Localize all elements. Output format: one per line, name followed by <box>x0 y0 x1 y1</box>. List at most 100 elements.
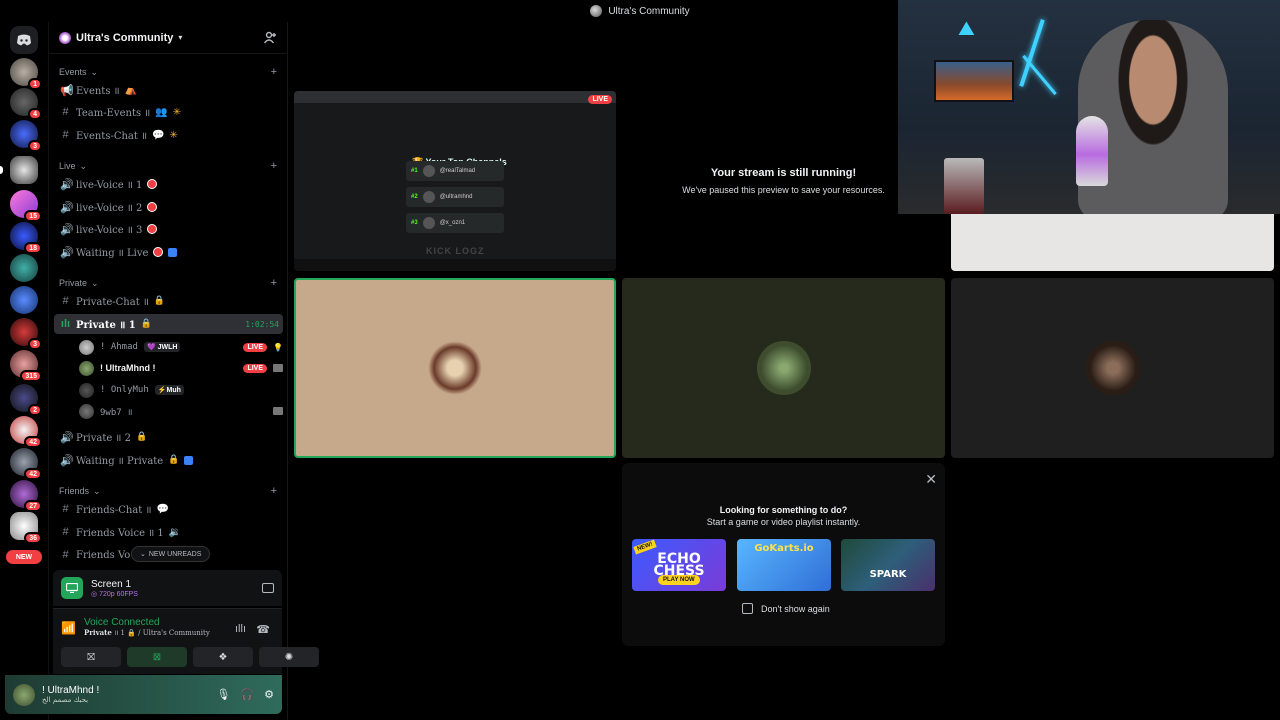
camera-button[interactable]: ⛝ <box>61 647 121 667</box>
voice-user[interactable]: 9wb7 ॥ <box>79 401 283 421</box>
discord-app: Ultra's Community 1 4 3 15 18 3 315 2 42… <box>0 0 1280 720</box>
server-icon-5[interactable]: 15 <box>10 190 42 222</box>
voice-status[interactable]: Voice Connected <box>84 617 210 628</box>
participant-tile-speaking[interactable] <box>294 278 616 458</box>
user-tag: 💜 JWLH <box>143 342 181 352</box>
signal-icon[interactable]: 📶 <box>61 621 76 635</box>
channel-label: Events ॥ <box>76 86 120 97</box>
participant-tile[interactable] <box>951 278 1274 458</box>
microphone-icon[interactable]: 🎙 <box>216 688 230 701</box>
server-icon-6[interactable]: 18 <box>10 222 42 254</box>
voice-user-self[interactable]: ! UltraMhnd ! LIVE <box>79 358 283 378</box>
tent-emoji-icon: ⛺ <box>124 84 138 96</box>
play-now-button[interactable]: PLAY NOW <box>658 575 700 585</box>
server-icon-13[interactable]: 42 <box>10 448 42 480</box>
voice-user-name: ! Ahmad <box>100 342 138 352</box>
channel-events[interactable]: 📢 Events ॥ ⛺ <box>54 80 283 100</box>
server-icon-2[interactable]: 4 <box>10 88 42 120</box>
stream-preview-icon <box>273 364 283 372</box>
stop-stream-icon[interactable] <box>262 583 274 593</box>
server-icon-10[interactable]: 315 <box>10 350 42 382</box>
channel-private-2[interactable]: 🔊 Private ॥ 2 🔒 <box>54 427 283 447</box>
game-card-echo-chess[interactable]: NEW! ECHO CHESS PLAY NOW <box>632 539 726 591</box>
new-servers-pill[interactable]: NEW <box>6 550 42 564</box>
channel-private-1[interactable]: ılı Private ॥ 1 🔒 1:02:54 <box>54 314 283 334</box>
dont-show-again-option[interactable]: Don't show again <box>742 603 830 614</box>
activities-button[interactable]: ❖ <box>193 647 253 667</box>
server-icon <box>590 5 603 17</box>
headphones-icon[interactable]: 🎧 <box>240 688 254 701</box>
category-live[interactable]: Live ⌄ + <box>59 159 277 173</box>
channel-live-voice-2[interactable]: 🔊 live-Voice ॥ 2 <box>54 197 283 217</box>
add-channel-icon[interactable]: + <box>271 485 277 497</box>
category-events[interactable]: Events ⌄ + <box>59 65 277 79</box>
voice-user-name: 9wb7 ॥ <box>100 407 133 418</box>
server-badge: 1 <box>28 78 42 90</box>
voice-activity-icon: ılı <box>60 318 71 330</box>
disconnect-icon[interactable]: ☎ <box>256 623 270 636</box>
user-name[interactable]: ! UltraMhnd ! <box>42 685 99 696</box>
camera-off-icon <box>273 407 283 415</box>
top-channel-row: #1 @realTalmad <box>406 161 504 181</box>
server-icon-active[interactable] <box>0 156 38 184</box>
channel-friends-voice-1[interactable]: # Friends Voice ॥ 1 🔉 <box>54 522 283 542</box>
channel-waiting-live[interactable]: 🔊 Waiting ॥ Live <box>54 242 283 262</box>
new-unreads-pill[interactable]: ⌄ NEW UNREADS <box>131 546 211 562</box>
hash-icon: # <box>62 295 69 307</box>
invite-people-icon[interactable] <box>263 31 277 45</box>
server-icon-8[interactable] <box>10 286 38 314</box>
add-channel-icon[interactable]: + <box>271 66 277 78</box>
channel-waiting-private[interactable]: 🔊 Waiting ॥ Private 🔒 <box>54 450 283 470</box>
webcam-overlay: ⛰ <box>898 0 1280 214</box>
server-icon-11[interactable]: 2 <box>10 384 42 416</box>
paused-preview-tile[interactable]: Your stream is still running! We've paus… <box>622 91 945 271</box>
voice-channel-path[interactable]: Private ॥ 1 🔒 / Ultra's Community <box>84 628 210 638</box>
category-friends[interactable]: Friends ⌄ + <box>59 484 277 498</box>
soundboard-button[interactable]: ✺ <box>259 647 319 667</box>
channel-events-chat[interactable]: # Events-Chat ॥ 💬 ✳ <box>54 125 283 145</box>
discord-home-icon[interactable] <box>10 26 38 54</box>
game-card-spark[interactable]: SPARK <box>841 539 935 591</box>
chevron-down-icon: ▾ <box>178 33 183 42</box>
server-icon-12[interactable]: 42 <box>10 416 42 448</box>
server-header[interactable]: Ultra's Community ▾ <box>49 22 287 54</box>
server-icon-3[interactable]: 3 <box>10 120 42 152</box>
dont-show-checkbox[interactable] <box>742 603 753 614</box>
game-title: ECHO CHESS <box>653 551 705 579</box>
stream-tile[interactable]: 🏆 Your Top Channels #1@realTalmad #2@ult… <box>294 91 616 271</box>
voice-user[interactable]: ! Ahmad 💜 JWLH LIVE 💡 <box>79 337 283 357</box>
hash-voice-icon: # <box>62 549 69 561</box>
channel-private-chat[interactable]: # Private-Chat ॥ 🔒 <box>54 291 283 311</box>
server-icon-14[interactable]: 27 <box>10 480 42 512</box>
activity-subheading: Start a game or video playlist instantly… <box>706 517 861 527</box>
participant-tile[interactable] <box>622 278 945 458</box>
channel-label: Team-Events ॥ <box>76 108 151 119</box>
noise-suppression-icon[interactable]: ıllı <box>235 623 246 635</box>
chevron-down-icon: ⌄ <box>140 551 146 558</box>
channel-label: live-Voice ॥ 2 <box>76 203 143 214</box>
add-channel-icon[interactable]: + <box>271 277 277 289</box>
stream-taskbar <box>294 259 616 271</box>
category-private[interactable]: Private ⌄ + <box>59 276 277 290</box>
server-icon-1[interactable]: 1 <box>10 58 42 90</box>
stream-title: Screen 1 <box>91 578 132 590</box>
close-icon[interactable]: ✕ <box>925 471 937 488</box>
add-channel-icon[interactable]: + <box>271 160 277 172</box>
channel-label: Waiting ॥ Live <box>76 248 149 259</box>
video-tile-blank[interactable] <box>951 214 1274 271</box>
voice-user[interactable]: ! OnlyMuh ⚡Muh <box>79 380 283 400</box>
server-icon-15[interactable]: 36 <box>10 512 42 544</box>
channel-live-voice-1[interactable]: 🔊 live-Voice ॥ 1 <box>54 174 283 194</box>
avatar <box>79 339 94 355</box>
channel-team-events[interactable]: # Team-Events ॥ 👥 ✳ <box>54 102 283 122</box>
user-avatar[interactable] <box>13 683 35 706</box>
channel-live-voice-3[interactable]: 🔊 live-Voice ॥ 3 <box>54 219 283 239</box>
server-icon-7[interactable] <box>10 254 38 282</box>
gear-icon[interactable]: ⚙ <box>264 688 274 701</box>
channel-friends-chat[interactable]: # Friends-Chat ॥ 💬 <box>54 499 283 519</box>
server-icon-9[interactable]: 3 <box>10 318 42 350</box>
screen-share-button[interactable]: ⊠ <box>127 647 187 667</box>
chevron-down-icon: ⌄ <box>91 277 99 288</box>
game-card-gokarts[interactable]: GoKarts.io <box>737 539 831 591</box>
server-badge: 315 <box>20 370 42 382</box>
